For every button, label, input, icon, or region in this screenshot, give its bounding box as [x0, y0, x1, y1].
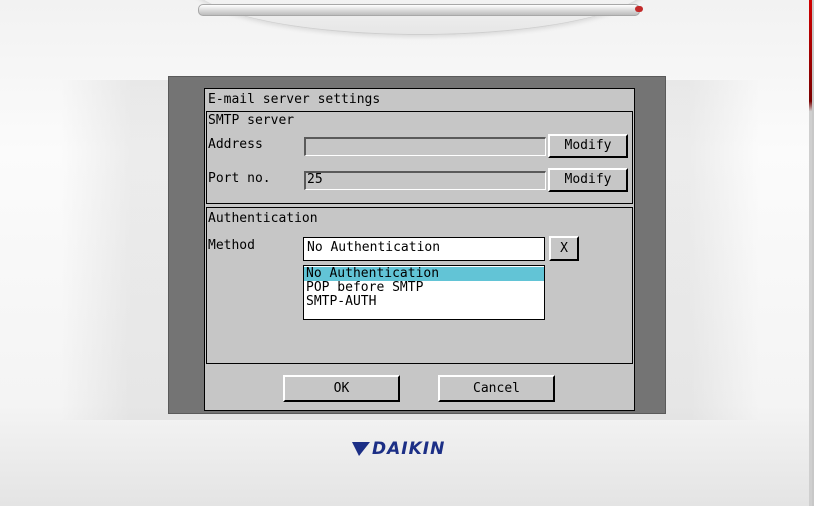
authentication-group: Authentication Method No Authentication …: [206, 207, 633, 364]
method-dropdown-list: No Authentication POP before SMTP SMTP-A…: [303, 265, 545, 320]
dialog-title: E-mail server settings: [208, 92, 381, 107]
port-field[interactable]: 25: [304, 171, 546, 190]
port-modify-button[interactable]: Modify: [548, 168, 628, 192]
ok-button[interactable]: OK: [283, 375, 400, 402]
email-server-settings-dialog: E-mail server settings SMTP server Addre…: [204, 88, 635, 411]
daikin-triangle-icon: [352, 442, 370, 456]
stylus-pen[interactable]: [198, 4, 643, 16]
address-field[interactable]: [304, 137, 546, 156]
method-option-no-authentication[interactable]: No Authentication: [304, 267, 544, 281]
daikin-logo-text: DAIKIN: [372, 439, 446, 459]
authentication-group-label: Authentication: [208, 211, 318, 226]
method-option-pop-before-smtp[interactable]: POP before SMTP: [304, 281, 544, 295]
method-option-smtp-auth[interactable]: SMTP-AUTH: [304, 295, 544, 309]
method-close-button[interactable]: X: [549, 236, 579, 261]
port-label: Port no.: [208, 171, 271, 186]
method-label: Method: [208, 238, 255, 253]
address-label: Address: [208, 137, 263, 152]
smtp-server-group: SMTP server Address Modify Port no. 25 M…: [206, 111, 633, 204]
method-select[interactable]: No Authentication: [303, 237, 545, 261]
touch-panel-device: E-mail server settings SMTP server Addre…: [0, 0, 814, 506]
cancel-button[interactable]: Cancel: [438, 375, 555, 402]
device-edge: [809, 0, 812, 506]
stylus-tip: [635, 6, 643, 12]
smtp-group-label: SMTP server: [208, 113, 295, 128]
address-modify-button[interactable]: Modify: [548, 134, 628, 158]
